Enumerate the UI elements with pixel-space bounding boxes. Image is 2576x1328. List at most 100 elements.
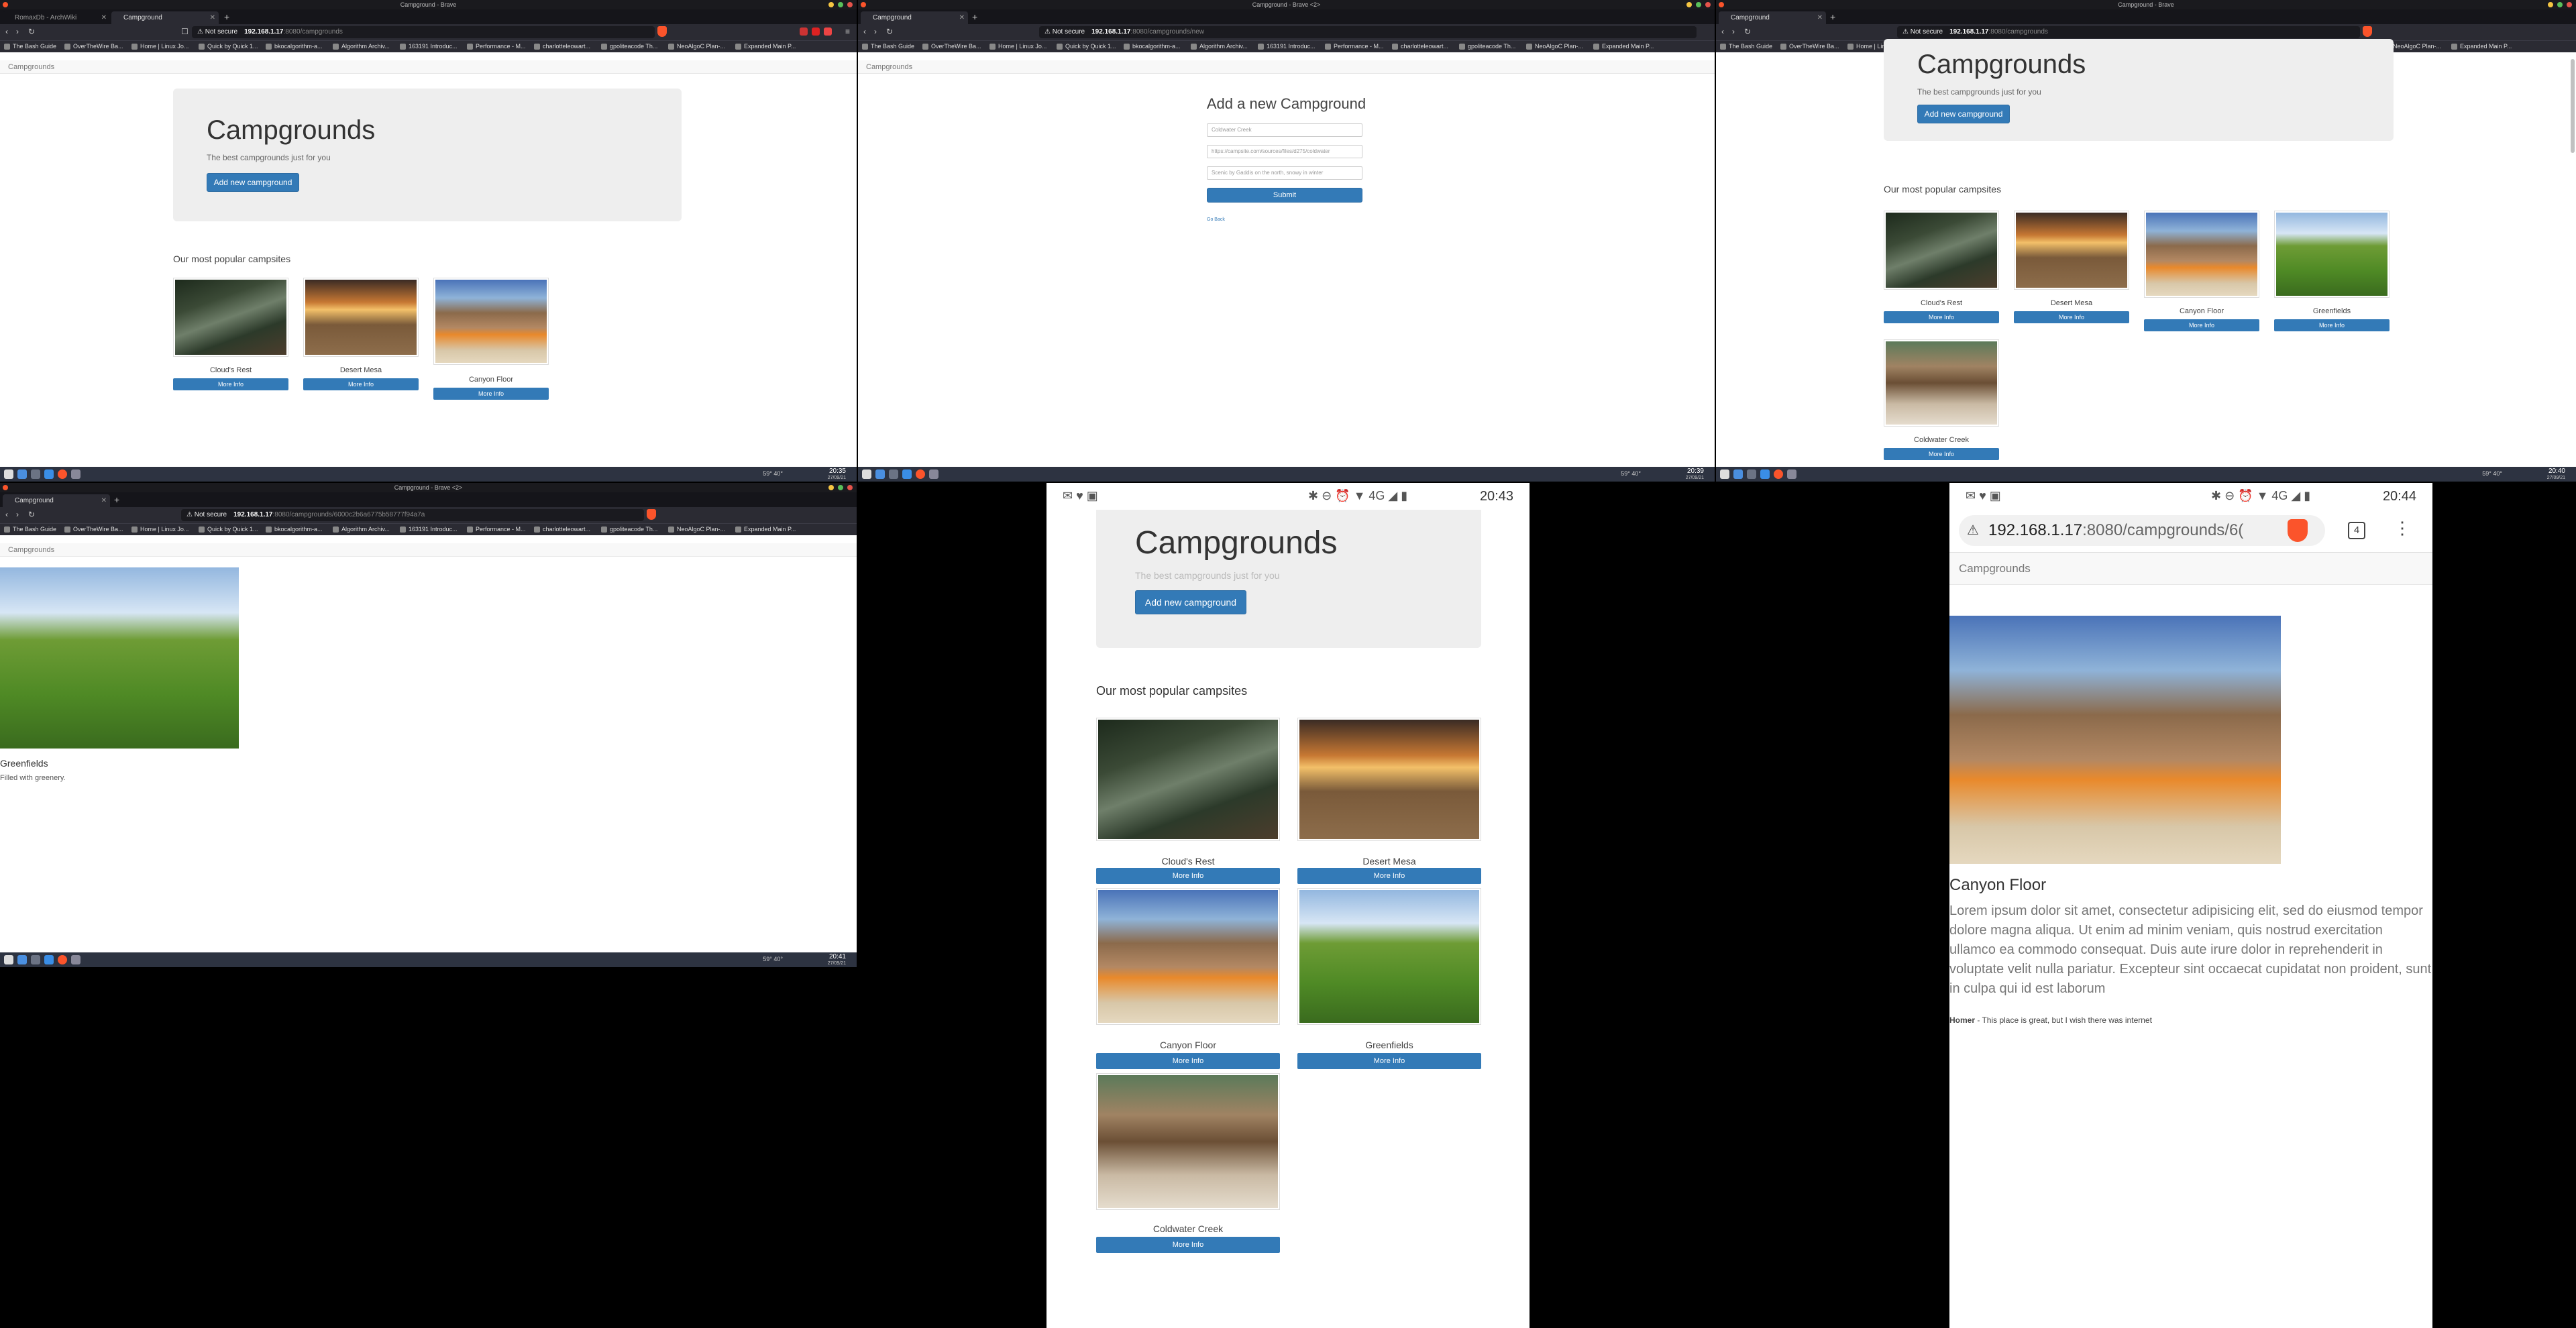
user-icon[interactable] (1787, 469, 1796, 479)
not-secure-warning[interactable]: ⚠ Not secure (186, 511, 227, 518)
close-tab-icon[interactable]: ✕ (210, 11, 215, 24)
brand-link[interactable]: Campgrounds (1959, 562, 2031, 575)
terminal-icon[interactable] (875, 469, 885, 479)
files-icon[interactable] (44, 469, 54, 479)
bookmark[interactable]: Home | Linux Jo... (131, 526, 189, 533)
close-tab-icon[interactable]: ✕ (101, 11, 107, 24)
forward-icon[interactable]: › (1732, 27, 1735, 36)
new-tab-button[interactable]: + (972, 11, 977, 22)
bookmark[interactable]: NeoAlgoC Plan-... (668, 526, 725, 533)
weather-tray[interactable]: 59° 40° (763, 470, 783, 477)
search-icon[interactable] (31, 469, 40, 479)
close-button[interactable] (847, 2, 853, 7)
minimize-button[interactable] (2548, 2, 2553, 7)
more-info-button[interactable]: More Info (173, 378, 288, 390)
bookmark[interactable]: OverTheWire Ba... (64, 526, 123, 533)
description-input[interactable]: Scenic by Gaddis on the north, snowy in … (1207, 166, 1362, 180)
brave-icon[interactable] (916, 469, 925, 479)
address-bar[interactable]: ⚠ Not secure 192.168.1.17:8080/campground… (1039, 26, 1697, 38)
bookmark[interactable]: Algorithm Archiv... (333, 526, 390, 533)
tab-count-button[interactable]: 4 (2348, 522, 2365, 539)
bookmark[interactable]: Expanded Main P... (735, 526, 796, 533)
more-info-button[interactable]: More Info (1096, 1237, 1280, 1253)
back-icon[interactable]: ‹ (1721, 27, 1724, 36)
address-bar[interactable]: ⚠ Not secure 192.168.1.17:8080/campground… (181, 509, 644, 521)
bookmark[interactable]: Expanded Main P... (1593, 43, 1654, 50)
files-icon[interactable] (902, 469, 912, 479)
more-info-button[interactable]: More Info (1096, 1053, 1280, 1069)
bookmark[interactable]: gpoliteacode Th... (601, 43, 657, 50)
tab-campground[interactable]: Campground ✕ (111, 11, 219, 24)
forward-icon[interactable]: › (874, 27, 877, 36)
reload-icon[interactable]: ↻ (1744, 27, 1751, 36)
brave-icon[interactable] (58, 955, 67, 964)
bookmark[interactable]: Performance - M... (1325, 43, 1384, 50)
search-icon[interactable] (1747, 469, 1756, 479)
new-tab-button[interactable]: + (114, 494, 119, 505)
tab-campground[interactable]: Campground ✕ (1719, 11, 1826, 24)
close-button[interactable] (847, 485, 853, 490)
bookmark[interactable]: OverTheWire Ba... (1780, 43, 1839, 50)
bookmark[interactable]: charlotteleowart... (534, 43, 590, 50)
user-icon[interactable] (71, 469, 80, 479)
more-info-button[interactable]: More Info (433, 388, 549, 400)
terminal-icon[interactable] (17, 955, 27, 964)
minimize-button[interactable] (828, 485, 834, 490)
address-bar[interactable]: ⚠ 192.168.1.17:8080/campgrounds/6( (1959, 515, 2325, 546)
close-tab-icon[interactable]: ✕ (1817, 11, 1823, 24)
bookmark[interactable]: Algorithm Archiv... (333, 43, 390, 50)
more-info-button[interactable]: More Info (2014, 311, 2129, 323)
user-icon[interactable] (71, 955, 80, 964)
user-icon[interactable] (929, 469, 938, 479)
back-icon[interactable]: ‹ (5, 510, 8, 519)
bookmark[interactable]: Performance - M... (467, 526, 526, 533)
bookmark[interactable]: Quick by Quick 1... (199, 526, 258, 533)
extension-icon[interactable] (800, 27, 808, 36)
close-tab-icon[interactable]: ✕ (959, 11, 965, 24)
bookmark[interactable]: 163191 Introduc... (400, 43, 458, 50)
bookmark[interactable]: Home | Linux Jo... (989, 43, 1046, 50)
tab-campground[interactable]: Campground ✕ (861, 11, 968, 24)
more-info-button[interactable]: More Info (303, 378, 419, 390)
scrollbar[interactable] (2571, 59, 2575, 153)
reload-icon[interactable]: ↻ (28, 510, 35, 519)
files-icon[interactable] (1760, 469, 1770, 479)
bookmark[interactable]: Expanded Main P... (735, 43, 796, 50)
brand-link[interactable]: Campgrounds (8, 63, 54, 71)
maximize-button[interactable] (838, 485, 843, 490)
bookmark[interactable]: Home | Linux Jo... (131, 43, 189, 50)
more-info-button[interactable]: More Info (1884, 311, 1999, 323)
extension-icon[interactable] (812, 27, 820, 36)
more-info-button[interactable]: More Info (2144, 319, 2259, 331)
address-bar[interactable]: ⚠ Not secure 192.168.1.17:8080/campground… (1897, 26, 2360, 38)
reload-icon[interactable]: ↻ (886, 27, 893, 36)
bookmark[interactable]: Performance - M... (467, 43, 526, 50)
menu-icon[interactable]: ⋮ (2394, 518, 2411, 539)
close-button[interactable] (1705, 2, 1711, 7)
new-tab-button[interactable]: + (224, 11, 229, 22)
bookmark[interactable]: Quick by Quick 1... (199, 43, 258, 50)
brave-shields-icon[interactable] (647, 509, 656, 520)
bookmark[interactable]: The Bash Guide (862, 43, 914, 50)
weather-tray[interactable]: 59° 40° (763, 956, 783, 962)
more-info-button[interactable]: More Info (1096, 868, 1280, 884)
bookmark[interactable]: bkocalgorithm-a... (1124, 43, 1181, 50)
start-menu-icon[interactable] (862, 469, 871, 479)
forward-icon[interactable]: › (16, 510, 19, 519)
bookmark[interactable]: The Bash Guide (4, 43, 56, 50)
terminal-icon[interactable] (17, 469, 27, 479)
bookmark[interactable]: Expanded Main P... (2451, 43, 2512, 50)
add-campground-button[interactable]: Add new campground (207, 173, 299, 192)
bookmark[interactable]: OverTheWire Ba... (64, 43, 123, 50)
start-menu-icon[interactable] (4, 469, 13, 479)
bookmark[interactable]: gpoliteacode Th... (601, 526, 657, 533)
not-secure-warning[interactable]: ⚠ Not secure (1044, 28, 1085, 36)
more-info-button[interactable]: More Info (1297, 868, 1481, 884)
clock[interactable]: 20:35 27/09/21 (828, 468, 846, 481)
brave-shields-icon[interactable] (2288, 519, 2308, 542)
terminal-icon[interactable] (1733, 469, 1743, 479)
start-menu-icon[interactable] (4, 955, 13, 964)
close-button[interactable] (2567, 2, 2572, 7)
bookmark[interactable]: charlotteleowart... (1392, 43, 1448, 50)
clock[interactable]: 20:40 27/09/21 (2547, 468, 2565, 481)
